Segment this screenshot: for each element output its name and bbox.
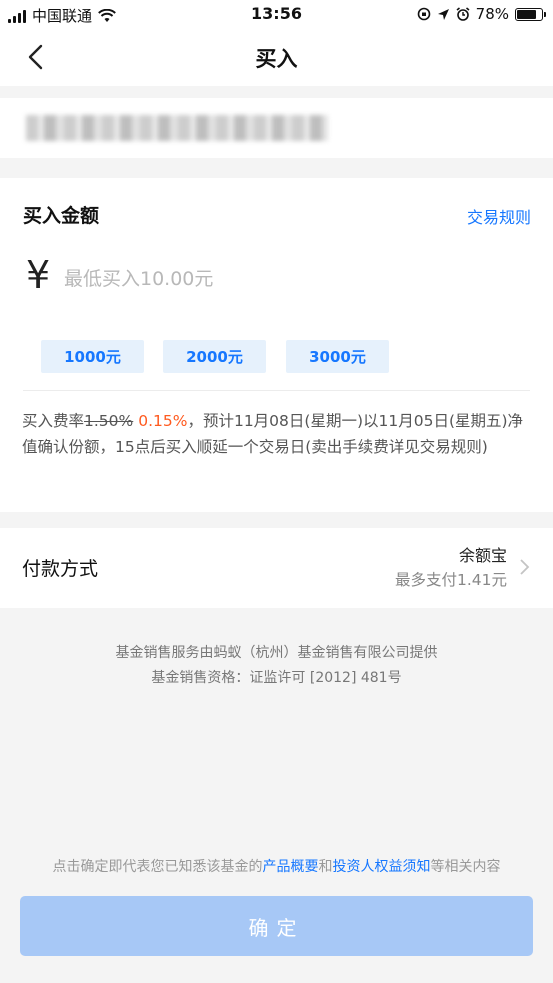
purchase-card: 买入金额 交易规则 ¥ 1000元 2000元 3000元 买入费率1.50% … <box>0 178 553 512</box>
yen-icon: ¥ <box>26 253 51 297</box>
location-icon <box>437 8 449 20</box>
investor-rights-link[interactable]: 投资人权益须知 <box>333 859 431 875</box>
quick-amount-2000[interactable]: 2000元 <box>163 340 266 373</box>
battery-fill <box>517 9 536 19</box>
alarm-icon <box>456 7 470 21</box>
fee-discount: 0.15% <box>138 412 188 430</box>
battery-icon <box>515 7 546 21</box>
trading-rules-link[interactable]: 交易规则 <box>467 204 531 228</box>
quick-amount-3000[interactable]: 3000元 <box>286 340 389 373</box>
status-bar: 中国联通 13:56 78% <box>0 0 553 30</box>
product-summary-link[interactable]: 产品概要 <box>263 859 319 875</box>
status-right: 78% <box>417 5 546 23</box>
agreement-prefix: 点击确定即代表您已知悉该基金的 <box>52 859 263 875</box>
purchase-amount-title: 买入金额 <box>23 205 100 227</box>
agreement-text: 点击确定即代表您已知悉该基金的产品概要和投资人权益须知等相关内容 <box>0 856 553 876</box>
battery-percent: 78% <box>475 5 509 23</box>
divider <box>23 390 530 391</box>
fee-prefix: 买入费率 <box>22 412 85 430</box>
page-title: 买入 <box>255 47 298 71</box>
agreement-suffix: 等相关内容 <box>430 859 501 875</box>
nav-bar: 买入 <box>0 30 553 86</box>
payment-max-amount: 最多支付1.41元 <box>394 571 507 589</box>
amount-input[interactable] <box>64 264 524 294</box>
fund-name-bar <box>0 98 553 158</box>
payment-method-row[interactable]: 付款方式 余额宝 最多支付1.41元 <box>0 528 553 608</box>
confirm-button[interactable]: 确定 <box>20 896 533 956</box>
quick-amount-1000[interactable]: 1000元 <box>41 340 144 373</box>
fund-name-blurred <box>26 115 328 141</box>
provider-info: 基金销售服务由蚂蚁（杭州）基金销售有限公司提供 <box>115 645 438 661</box>
orientation-lock-icon <box>417 7 430 21</box>
chevron-right-icon <box>520 559 530 575</box>
fee-original: 1.50% <box>84 412 134 430</box>
payment-method-label: 付款方式 <box>22 558 99 580</box>
agreement-middle: 和 <box>318 859 333 875</box>
fee-description: 买入费率1.50% 0.15%，预计11月08日(星期一)以11月05日(星期五… <box>22 408 532 460</box>
license-info: 基金销售资格：证监许可 [2012] 481号 <box>151 670 402 686</box>
payment-method-name: 余额宝 <box>458 546 507 565</box>
